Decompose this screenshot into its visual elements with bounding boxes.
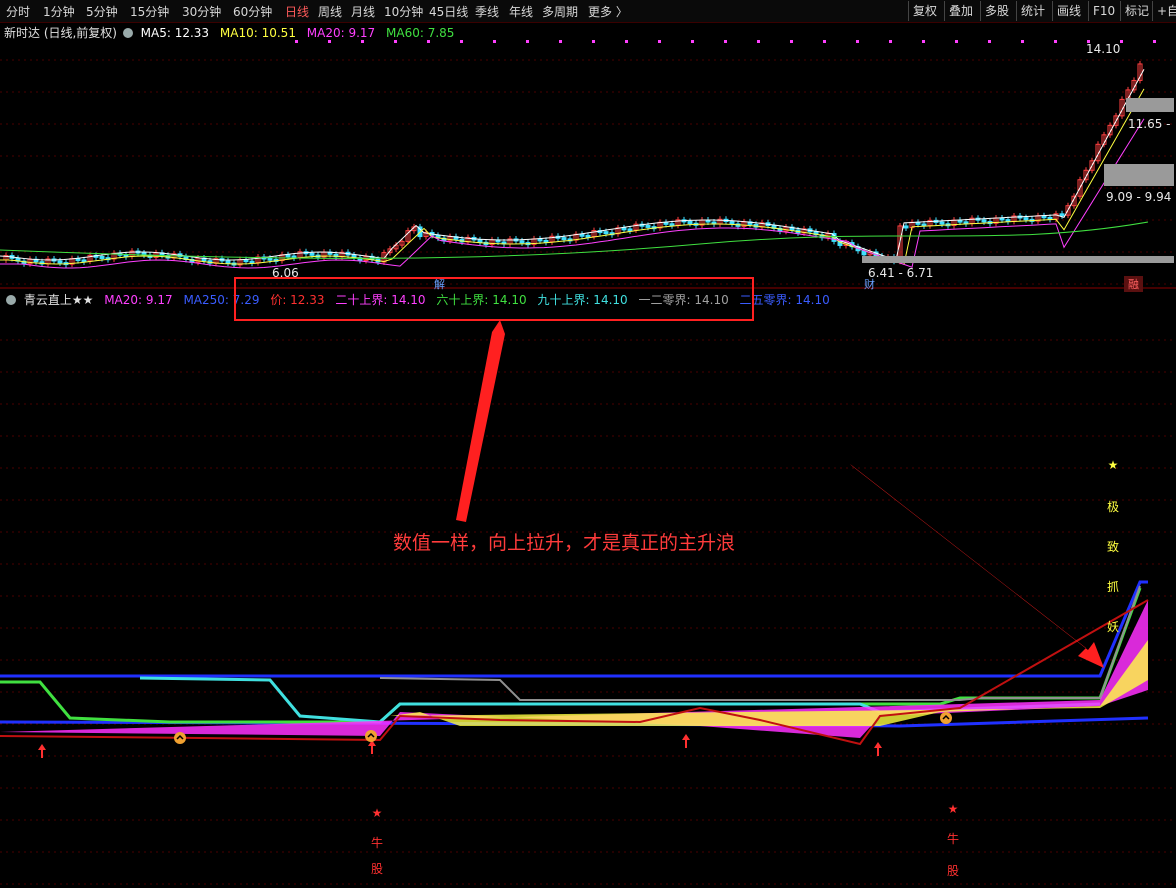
candle-body xyxy=(57,260,63,264)
indicator-label: MA20: 9.17 xyxy=(104,293,173,307)
vertical-label: 抓 xyxy=(1106,580,1119,594)
signal-dot xyxy=(559,40,562,43)
candle-body xyxy=(75,258,81,262)
signal-dot xyxy=(790,40,793,43)
indicator-name: 青云直上★★ xyxy=(23,293,94,307)
main-chart-header: 新时达 (日线,前复权) MA5: 12.33 MA10: 10.51 MA20… xyxy=(4,24,461,41)
ma20-label: MA20: 9.17 xyxy=(306,26,376,40)
up-arrow-icon xyxy=(368,740,376,754)
vertical-label: 股 xyxy=(370,862,383,876)
candle-body xyxy=(729,221,735,225)
up-arrow-icon xyxy=(38,744,46,758)
signal-dot xyxy=(493,40,496,43)
signal-dot xyxy=(757,40,760,43)
signal-dot xyxy=(1054,40,1057,43)
vertical-label: 妖 xyxy=(1106,620,1119,634)
up-arrow-icon xyxy=(874,742,882,756)
signal-dot xyxy=(1120,40,1123,43)
candle-body xyxy=(99,255,105,259)
candle-body xyxy=(939,221,945,225)
bound-120-line xyxy=(379,585,1141,701)
candle-body xyxy=(267,257,273,261)
finance-tag[interactable]: 财 xyxy=(864,276,875,292)
high-price-label: 14.10 xyxy=(1086,42,1121,56)
range-bar xyxy=(1126,98,1174,112)
vertical-label: 极 xyxy=(1106,500,1119,514)
star-icon: ★ xyxy=(371,806,383,820)
vertical-label: 股 xyxy=(946,864,959,878)
up-arrow-icon xyxy=(682,734,690,748)
star-icon: ★ xyxy=(1107,458,1119,472)
ma10-line xyxy=(0,88,1145,266)
signal-dot xyxy=(625,40,628,43)
candle-body xyxy=(81,259,87,263)
candle-body xyxy=(669,223,675,227)
vertical-label: 牛 xyxy=(370,836,383,850)
range-label: 11.65 - xyxy=(1128,117,1171,131)
vertical-label: 牛 xyxy=(946,832,959,846)
signal-dot xyxy=(1021,40,1024,43)
signal-dot xyxy=(592,40,595,43)
signal-circle-icon xyxy=(174,732,186,744)
gear-icon[interactable] xyxy=(6,295,16,305)
signal-dot xyxy=(922,40,925,43)
signal-dot xyxy=(823,40,826,43)
signal-dot xyxy=(658,40,661,43)
candle-body xyxy=(621,227,627,231)
annotation-text: 数值一样，向上拉升，才是真正的主升浪 xyxy=(393,532,736,554)
signal-circle-icon xyxy=(365,730,377,742)
vertical-label: 致 xyxy=(1106,540,1119,554)
candle-body xyxy=(603,231,609,235)
margin-tag[interactable]: 融 xyxy=(1124,276,1143,292)
range-label: 6.41 - 6.71 xyxy=(868,266,934,280)
ma5-line xyxy=(0,69,1145,261)
candle-body xyxy=(903,225,909,229)
ma20-line xyxy=(0,118,1145,269)
candle-body xyxy=(981,219,987,223)
candle-body xyxy=(585,234,591,238)
bound-250-line xyxy=(0,580,1148,678)
candle-body xyxy=(477,239,483,243)
signal-dot xyxy=(955,40,958,43)
signal-dot xyxy=(988,40,991,43)
candle-body xyxy=(519,240,525,244)
candle-body xyxy=(579,233,585,237)
candle-body xyxy=(561,237,567,241)
range-bar xyxy=(1104,164,1174,186)
candle-body xyxy=(1059,213,1065,217)
candle-body xyxy=(627,228,633,232)
candle-body xyxy=(285,254,291,258)
range-bar xyxy=(862,256,1174,263)
ma60-label: MA60: 7.85 xyxy=(386,26,455,40)
candle-body xyxy=(645,224,651,228)
ma10-label: MA10: 10.51 xyxy=(219,26,296,40)
signal-dot xyxy=(691,40,694,43)
annotation-arrow xyxy=(850,464,1104,668)
candle-body xyxy=(1023,217,1029,221)
annotation-arrow xyxy=(456,320,505,522)
signal-dot xyxy=(1153,40,1156,43)
chart-canvas[interactable] xyxy=(0,0,1176,888)
highlight-box xyxy=(234,277,754,321)
candle-body xyxy=(309,252,315,256)
signal-dot xyxy=(526,40,529,43)
range-label: 9.09 - 9.94 xyxy=(1106,190,1172,204)
stock-title: 新时达 (日线,前复权) xyxy=(4,26,117,40)
ma5-label: MA5: 12.33 xyxy=(140,26,210,40)
signal-circle-icon xyxy=(940,712,952,724)
star-icon: ★ xyxy=(947,802,959,816)
signal-dot xyxy=(856,40,859,43)
signal-dot xyxy=(724,40,727,43)
candle-body xyxy=(225,260,231,264)
signal-dot xyxy=(889,40,892,43)
candle-body xyxy=(687,221,693,225)
gear-icon[interactable] xyxy=(122,28,133,38)
